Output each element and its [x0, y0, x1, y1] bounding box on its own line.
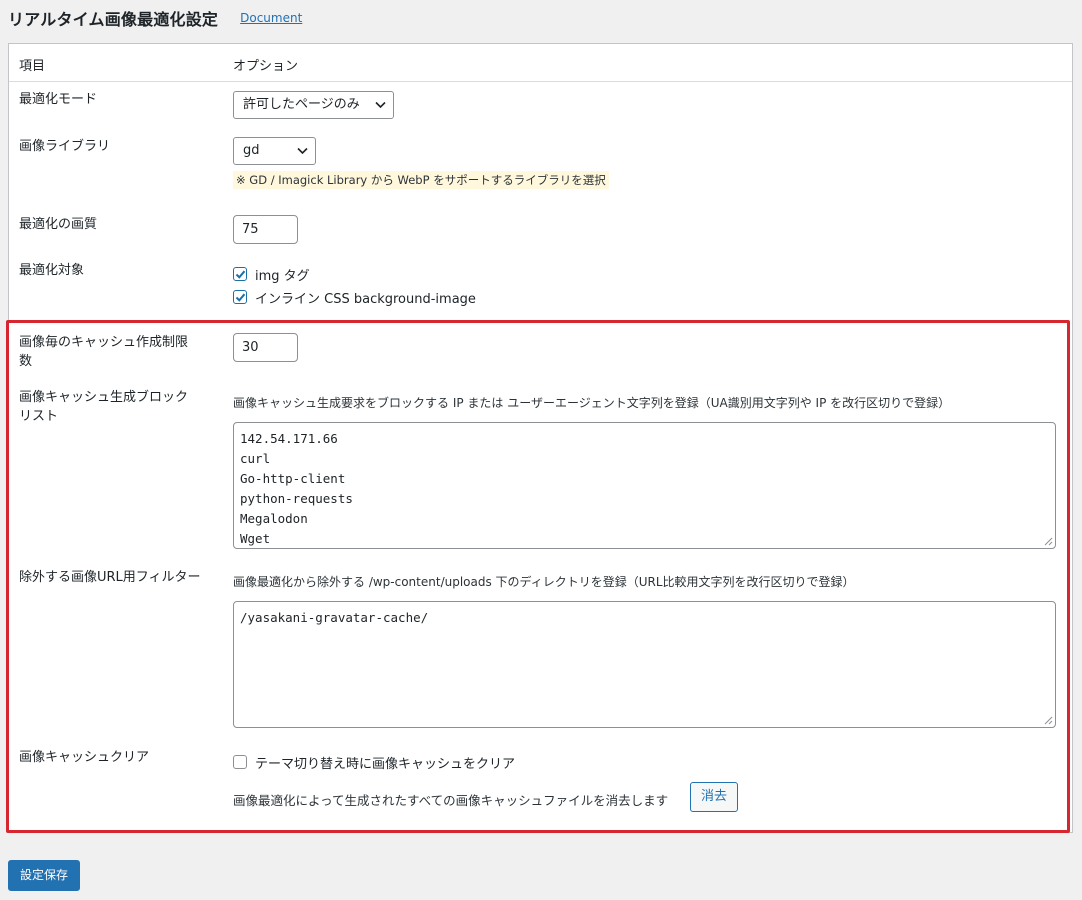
page-title: リアルタイム画像最適化設定: [8, 10, 219, 29]
quality-input[interactable]: 75: [233, 215, 298, 244]
cache-limit-label: 画像毎のキャッシュ作成制限 数: [19, 333, 188, 371]
blocklist-description: 画像キャッシュ生成要求をブロックする IP または ユーザーエージェント文字列を…: [233, 396, 951, 410]
clear-cache-button[interactable]: 消去: [690, 782, 739, 812]
checkmark-icon: [235, 293, 246, 302]
blocklist-label: 画像キャッシュ生成ブロック リスト: [19, 388, 188, 426]
resize-grip-icon[interactable]: [1044, 716, 1053, 725]
cache-limit-input[interactable]: 30: [233, 333, 298, 362]
blocklist-line: Megalodon: [240, 511, 308, 526]
mode-label: 最適化モード: [19, 92, 98, 107]
cache-clear-checkbox-label: テーマ切り替え時に画像キャッシュをクリア: [255, 756, 516, 772]
blocklist-label-line2: リスト: [19, 409, 59, 424]
document-link[interactable]: Document: [240, 11, 302, 25]
page-header: リアルタイム画像最適化設定 Document: [8, 4, 302, 32]
target-css-row[interactable]: インライン CSS background-image: [233, 288, 476, 307]
blocklist-line: Wget: [240, 531, 271, 546]
table-header: 項目 オプション: [9, 44, 1072, 82]
target-img-row[interactable]: img タグ: [233, 265, 310, 284]
library-select[interactable]: gd: [233, 137, 316, 165]
targets-label: 最適化対象: [19, 263, 85, 278]
header-item: 項目: [19, 59, 46, 74]
exclude-filter-line: /yasakani-gravatar-cache/: [240, 610, 429, 625]
quality-label: 最適化の画質: [19, 217, 98, 232]
blocklist-line: Go-http-client: [240, 471, 346, 486]
library-select-value: gd: [243, 143, 260, 158]
blocklist-line: curl: [240, 451, 271, 466]
exclude-filter-label: 除外する画像URL用フィルター: [19, 570, 201, 585]
library-note: ※ GD / Imagick Library から WebP をサポートするライ…: [233, 171, 609, 189]
header-option: オプション: [233, 59, 299, 74]
target-css-label: インライン CSS background-image: [255, 291, 476, 307]
save-settings-button[interactable]: 設定保存: [8, 860, 81, 891]
cache-clear-description: 画像最適化によって生成されたすべての画像キャッシュファイルを消去します: [233, 793, 669, 808]
library-label: 画像ライブラリ: [19, 139, 111, 154]
cache-limit-label-line2: 数: [19, 354, 33, 369]
cache-clear-checkbox[interactable]: [233, 755, 247, 769]
chevron-down-icon: [297, 147, 308, 155]
cache-limit-label-line1: 画像毎のキャッシュ作成制限: [19, 335, 189, 350]
target-css-checkbox[interactable]: [233, 290, 247, 304]
chevron-down-icon: [375, 101, 386, 109]
exclude-filter-description: 画像最適化から除外する /wp-content/uploads 下のディレクトリ…: [233, 575, 855, 589]
target-img-label: img タグ: [255, 268, 310, 284]
blocklist-textarea[interactable]: 142.54.171.66 curl Go-http-client python…: [233, 422, 1056, 549]
mode-select[interactable]: 許可したページのみ: [233, 91, 394, 119]
cache-clear-label: 画像キャッシュクリア: [19, 750, 150, 765]
resize-grip-icon[interactable]: [1044, 537, 1053, 546]
cache-clear-checkbox-row[interactable]: テーマ切り替え時に画像キャッシュをクリア: [233, 753, 516, 772]
blocklist-line: 142.54.171.66: [240, 431, 338, 446]
blocklist-label-line1: 画像キャッシュ生成ブロック: [19, 390, 189, 405]
settings-table: 項目 オプション 最適化モード 許可したページのみ 画像ライブラリ gd ※ G…: [8, 43, 1073, 833]
target-img-checkbox[interactable]: [233, 267, 247, 281]
exclude-filter-textarea[interactable]: /yasakani-gravatar-cache/: [233, 601, 1056, 728]
blocklist-line: python-requests: [240, 491, 353, 506]
checkmark-icon: [235, 270, 246, 279]
mode-select-value: 許可したページのみ: [243, 97, 360, 112]
